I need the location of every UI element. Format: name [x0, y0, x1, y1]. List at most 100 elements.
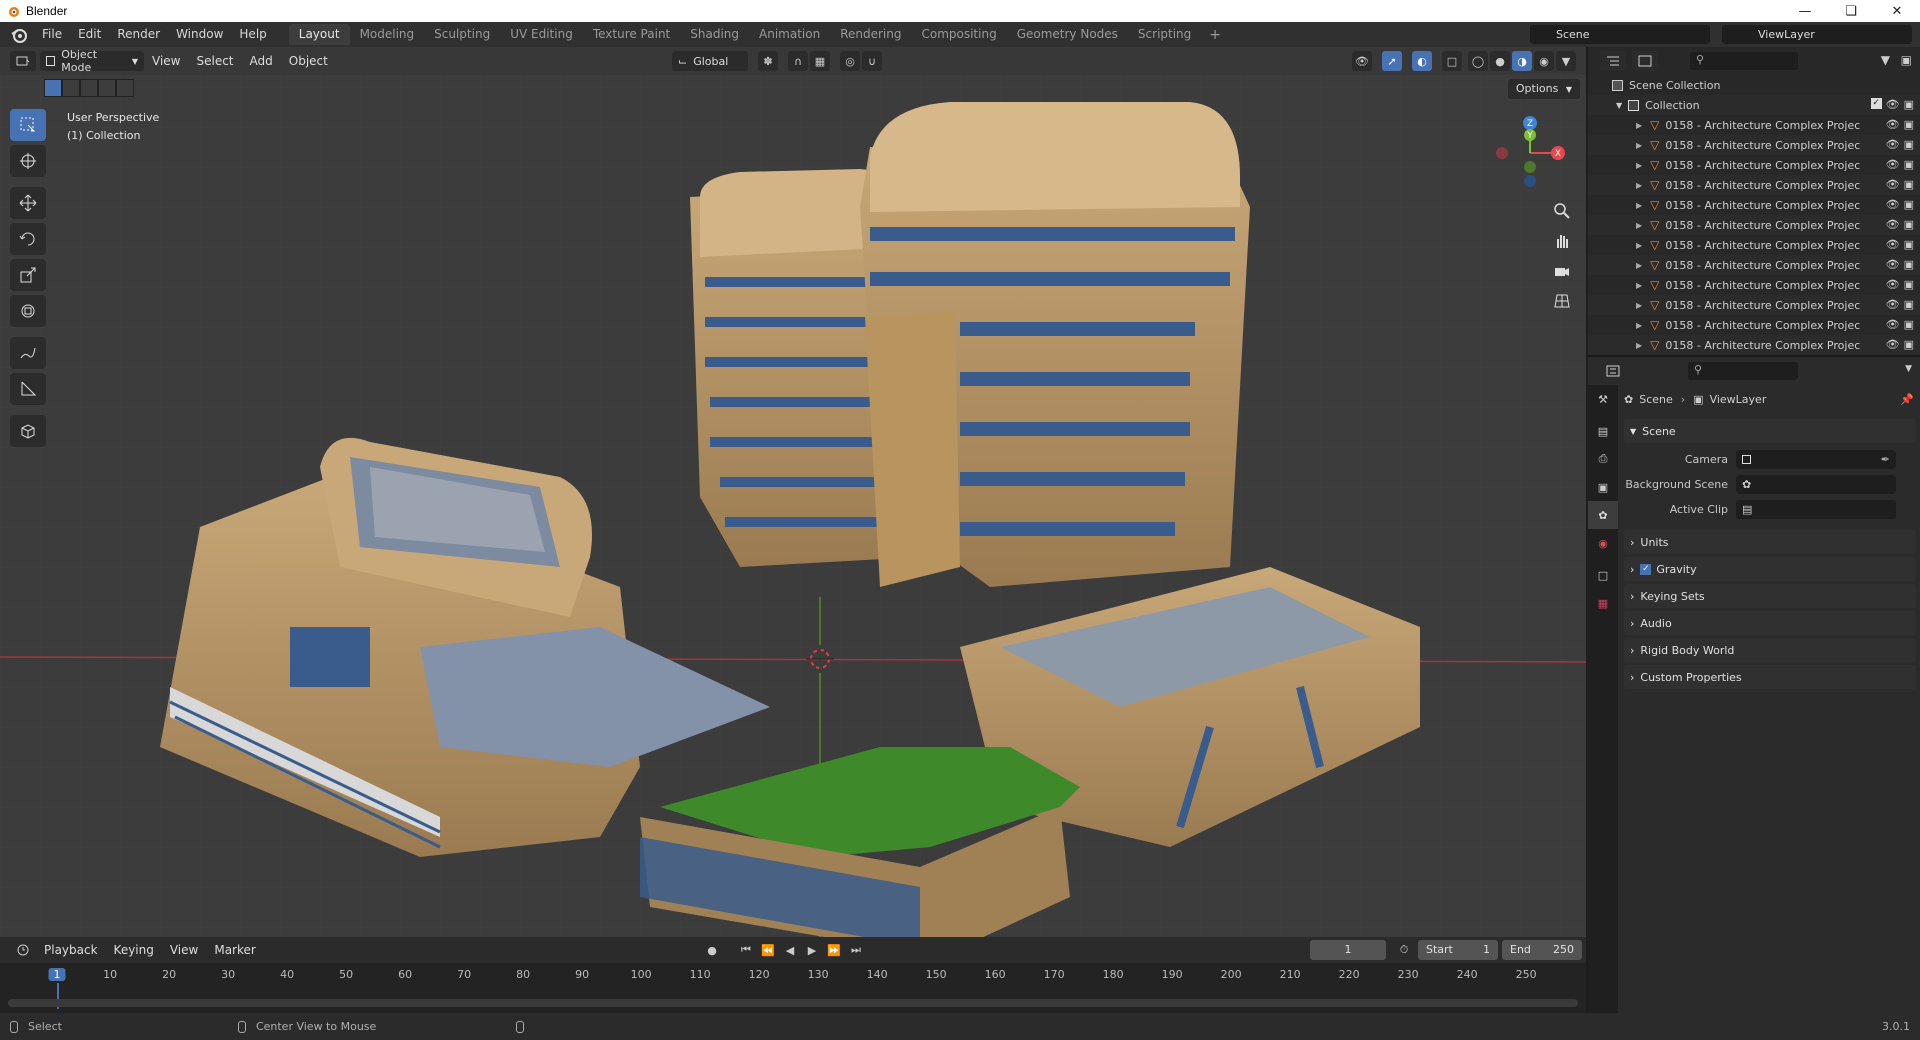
outliner-object-row[interactable]: ▶ ▽ 0158 - Architecture Complex Projec 👁 ▣: [1588, 195, 1920, 215]
frame-ruler[interactable]: 1 10 20 30 40 50 60 70 80 90 100 110 120 130 140 150 160…: [0, 965, 1586, 1009]
eye-icon[interactable]: 👁: [1886, 138, 1900, 151]
material-shading-icon[interactable]: ◑: [1512, 51, 1532, 71]
tool-tab-icon[interactable]: ⚒: [1588, 385, 1618, 413]
expand-arrow-icon[interactable]: ▶: [1636, 321, 1642, 330]
mode-dropdown[interactable]: Object Mode ▼: [40, 48, 144, 74]
camera-field[interactable]: ✒: [1736, 450, 1896, 469]
chevron-down-icon[interactable]: ▼: [1905, 364, 1912, 374]
outliner-scene-collection[interactable]: Scene Collection: [1588, 75, 1920, 95]
options-dropdown[interactable]: Options ▼: [1507, 79, 1580, 99]
add-workspace-button[interactable]: +: [1201, 27, 1229, 43]
pin-icon[interactable]: 📌: [1900, 393, 1914, 406]
panel-rigid-body-world[interactable]: › Rigid Body World: [1624, 638, 1916, 662]
outliner-object-row[interactable]: ▶ ▽ 0158 - Architecture Complex Projec 👁 ▣: [1588, 335, 1920, 355]
outliner-search-input[interactable]: ⚲: [1690, 52, 1798, 70]
eye-icon[interactable]: 👁: [1886, 238, 1900, 251]
properties-editor-type-button[interactable]: [1600, 361, 1626, 381]
menu-edit[interactable]: Edit: [70, 22, 109, 47]
rotate-tool[interactable]: [10, 223, 46, 255]
display-mode-button[interactable]: [1632, 51, 1658, 71]
play-reverse-icon[interactable]: ◀: [780, 940, 800, 960]
minimize-button[interactable]: —: [1782, 0, 1828, 22]
current-frame-field[interactable]: 1: [1310, 940, 1386, 960]
eye-icon[interactable]: 👁: [1886, 118, 1900, 131]
expand-arrow-icon[interactable]: ▶: [1636, 301, 1642, 310]
jump-end-icon[interactable]: ⏭: [846, 940, 866, 960]
properties-search-input[interactable]: ⚲: [1688, 362, 1798, 380]
camera-view-icon[interactable]: [1548, 257, 1576, 285]
scale-tool[interactable]: [10, 259, 46, 291]
falloff-icon[interactable]: ∪: [862, 51, 882, 71]
timeline-menu-playback[interactable]: Playback: [36, 943, 106, 957]
expand-arrow-icon[interactable]: ▶: [1636, 161, 1642, 170]
select-invert-icon[interactable]: [98, 79, 116, 97]
viewport-menu-object[interactable]: Object: [281, 54, 336, 68]
menu-window[interactable]: Window: [168, 22, 231, 47]
eye-icon[interactable]: 👁: [1886, 98, 1900, 111]
camera-render-icon[interactable]: ▣: [1904, 118, 1914, 131]
expand-arrow-icon[interactable]: ▶: [1636, 201, 1642, 210]
editor-type-button[interactable]: [10, 51, 36, 71]
panel-scene[interactable]: ▼ Scene: [1624, 419, 1916, 443]
proportional-edit-icon[interactable]: ◎: [840, 51, 860, 71]
pan-hand-icon[interactable]: [1548, 227, 1576, 255]
camera-render-icon[interactable]: ▣: [1904, 158, 1914, 171]
outliner-object-row[interactable]: ▶ ▽ 0158 - Architecture Complex Projec 👁 ▣: [1588, 255, 1920, 275]
measure-tool[interactable]: [10, 373, 46, 405]
jump-keyframe-back-icon[interactable]: ⏪: [758, 940, 778, 960]
pivot-point-icon[interactable]: ✽: [758, 51, 778, 71]
outliner-object-row[interactable]: ▶ ▽ 0158 - Architecture Complex Projec 👁 ▣: [1588, 235, 1920, 255]
tab-uv-editing[interactable]: UV Editing: [500, 24, 583, 45]
texture-tab-icon[interactable]: ▦: [1588, 589, 1618, 617]
camera-render-icon[interactable]: ▣: [1904, 338, 1914, 351]
eye-icon[interactable]: 👁: [1886, 178, 1900, 191]
solid-shading-icon[interactable]: ●: [1490, 51, 1510, 71]
blender-logo-icon[interactable]: [10, 26, 28, 44]
eye-icon[interactable]: 👁: [1886, 338, 1900, 351]
tab-animation[interactable]: Animation: [749, 24, 830, 45]
timeline-scrollbar[interactable]: [8, 999, 1578, 1007]
select-subtract-icon[interactable]: [80, 79, 98, 97]
filter-icon[interactable]: ▼: [1881, 53, 1890, 67]
expand-arrow-icon[interactable]: ▶: [1636, 221, 1642, 230]
exclude-checkbox-icon[interactable]: ✓: [1870, 98, 1882, 109]
world-tab-icon[interactable]: ◉: [1588, 529, 1618, 557]
select-new-icon[interactable]: [44, 79, 62, 97]
outliner-object-row[interactable]: ▶ ▽ 0158 - Architecture Complex Projec 👁 ▣: [1588, 315, 1920, 335]
snap-target-icon[interactable]: ▦: [810, 51, 830, 71]
3d-viewport[interactable]: Object Mode ▼ View Select Add Object ⌙ G…: [0, 47, 1586, 937]
panel-gravity[interactable]: › ✓ Gravity: [1624, 557, 1916, 581]
gizmo-toggle-icon[interactable]: ➚: [1382, 51, 1402, 71]
timeline-menu-view[interactable]: View: [162, 943, 206, 957]
neg-z-axis-icon[interactable]: [1524, 175, 1536, 187]
viewlayer-selector[interactable]: ViewLayer: [1722, 25, 1912, 44]
camera-render-icon[interactable]: ▣: [1904, 278, 1914, 291]
menu-help[interactable]: Help: [231, 22, 274, 47]
jump-start-icon[interactable]: ⏮: [736, 940, 756, 960]
perspective-grid-icon[interactable]: [1548, 287, 1576, 315]
tab-compositing[interactable]: Compositing: [911, 24, 1006, 45]
viewport-menu-select[interactable]: Select: [188, 54, 241, 68]
timeline-menu-marker[interactable]: Marker: [206, 943, 263, 957]
eye-icon[interactable]: 👁: [1886, 298, 1900, 311]
outliner-object-row[interactable]: ▶ ▽ 0158 - Architecture Complex Projec 👁 ▣: [1588, 135, 1920, 155]
rendered-shading-icon[interactable]: ◉: [1534, 51, 1554, 71]
expand-arrow-icon[interactable]: ▶: [1636, 181, 1642, 190]
transform-tool[interactable]: [10, 295, 46, 327]
collection-tab-icon[interactable]: □: [1588, 561, 1618, 589]
outliner-object-row[interactable]: ▶ ▽ 0158 - Architecture Complex Projec 👁 ▣: [1588, 215, 1920, 235]
tab-rendering[interactable]: Rendering: [830, 24, 911, 45]
visibility-icon[interactable]: 👁: [1352, 51, 1372, 71]
view-layer-tab-icon[interactable]: ▣: [1588, 473, 1618, 501]
panel-audio[interactable]: › Audio: [1624, 611, 1916, 635]
zoom-icon[interactable]: [1548, 197, 1576, 225]
eye-icon[interactable]: 👁: [1886, 158, 1900, 171]
active-clip-field[interactable]: ▤: [1736, 500, 1896, 519]
collection-expand-icon[interactable]: ▼: [1616, 101, 1622, 110]
gravity-checkbox[interactable]: ✓: [1640, 563, 1652, 575]
camera-render-icon[interactable]: ▣: [1904, 238, 1914, 251]
camera-render-icon[interactable]: ▣: [1904, 298, 1914, 311]
annotate-tool[interactable]: [10, 337, 46, 369]
menu-render[interactable]: Render: [109, 22, 168, 47]
neg-x-axis-icon[interactable]: [1496, 147, 1508, 159]
